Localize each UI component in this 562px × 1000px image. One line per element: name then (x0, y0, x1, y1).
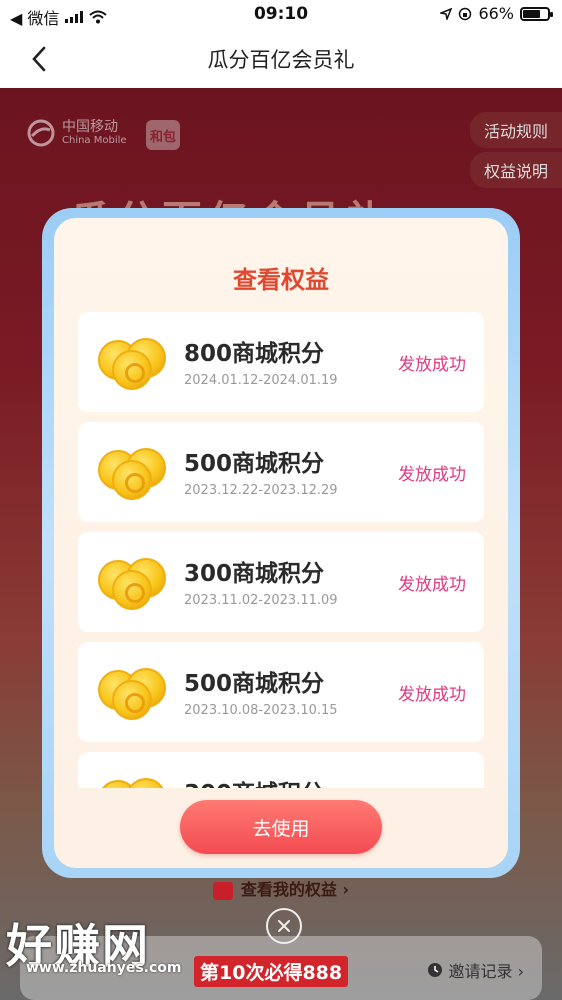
gift-icon (212, 881, 233, 900)
rights-list[interactable]: 800商城积分 2024.01.12-2024.01.19 发放成功 500商城… (78, 312, 484, 788)
list-item: 500商城积分 2023.12.22-2023.12.29 发放成功 (78, 422, 484, 522)
invite-record-label: 邀请记录 › (448, 962, 525, 981)
rights-modal-frame: 查看权益 800商城积分 2024.01.12-2024.01.19 发放成功 … (42, 208, 520, 878)
item-title: 500商城积分 (184, 451, 325, 477)
rights-modal: 查看权益 800商城积分 2024.01.12-2024.01.19 发放成功 … (54, 218, 508, 868)
coins-icon (98, 664, 170, 720)
list-item: 800商城积分 2024.01.12-2024.01.19 发放成功 (78, 312, 484, 412)
page-title: 瓜分百亿会员礼 (207, 48, 355, 72)
item-date: 2023.11.02-2023.11.09 (184, 593, 338, 608)
close-modal-button[interactable] (266, 908, 302, 944)
item-title: 800商城积分 (184, 341, 325, 367)
coins-icon (98, 444, 170, 500)
status-right: 66% (440, 4, 553, 23)
china-mobile-logo: 中国移动 China Mobile (26, 118, 127, 148)
item-status: 发放成功 (398, 355, 466, 375)
invite-record-link[interactable]: 邀请记录 › (427, 958, 525, 982)
go-use-button[interactable]: 去使用 (180, 800, 382, 854)
item-title: 500商城积分 (184, 671, 325, 697)
item-title: 300商城积分 (184, 774, 324, 788)
clock-icon (427, 963, 442, 977)
china-mobile-logo-icon (27, 119, 55, 147)
coins-icon (98, 334, 170, 390)
coins-icon (98, 554, 170, 610)
coins-icon (98, 774, 170, 788)
item-date: 2023.12.22-2023.12.29 (184, 483, 338, 498)
bonus-badge: 第10次必得888 (194, 956, 349, 987)
view-my-rights-label: 查看我的权益 › (240, 880, 350, 899)
hebao-badge: 和包 (146, 120, 180, 150)
close-icon (278, 920, 290, 932)
item-title: 300商城积分 (184, 561, 325, 587)
list-item: 500商城积分 2023.10.08-2023.10.15 发放成功 (78, 642, 484, 742)
logo-en-text: China Mobile (62, 135, 127, 146)
item-date: 2024.01.12-2024.01.19 (184, 373, 338, 388)
activity-rules-button[interactable]: 活动规则 (469, 112, 562, 148)
nav-bar: 瓜分百亿会员礼 (0, 30, 562, 88)
status-bar: ◀ 微信 09:10 66% (0, 0, 562, 30)
location-icon (440, 7, 453, 20)
rights-explanation-button[interactable]: 权益说明 (469, 152, 562, 188)
battery-percent: 66% (478, 4, 514, 23)
item-status: 发放成功 (398, 575, 466, 595)
watermark-url: www.zhuanyes.com (26, 960, 182, 976)
item-status: 发放成功 (398, 465, 466, 485)
list-item: 300商城积分 (78, 752, 484, 788)
item-date: 2023.10.08-2023.10.15 (184, 703, 338, 718)
battery-icon (520, 6, 553, 21)
orientation-lock-icon (459, 7, 472, 20)
item-status: 发放成功 (398, 685, 466, 705)
logo-cn-text: 中国移动 (62, 119, 118, 135)
modal-title: 查看权益 (233, 266, 329, 294)
view-my-rights-link[interactable]: 查看我的权益 › (0, 876, 562, 900)
list-item: 300商城积分 2023.11.02-2023.11.09 发放成功 (78, 532, 484, 632)
